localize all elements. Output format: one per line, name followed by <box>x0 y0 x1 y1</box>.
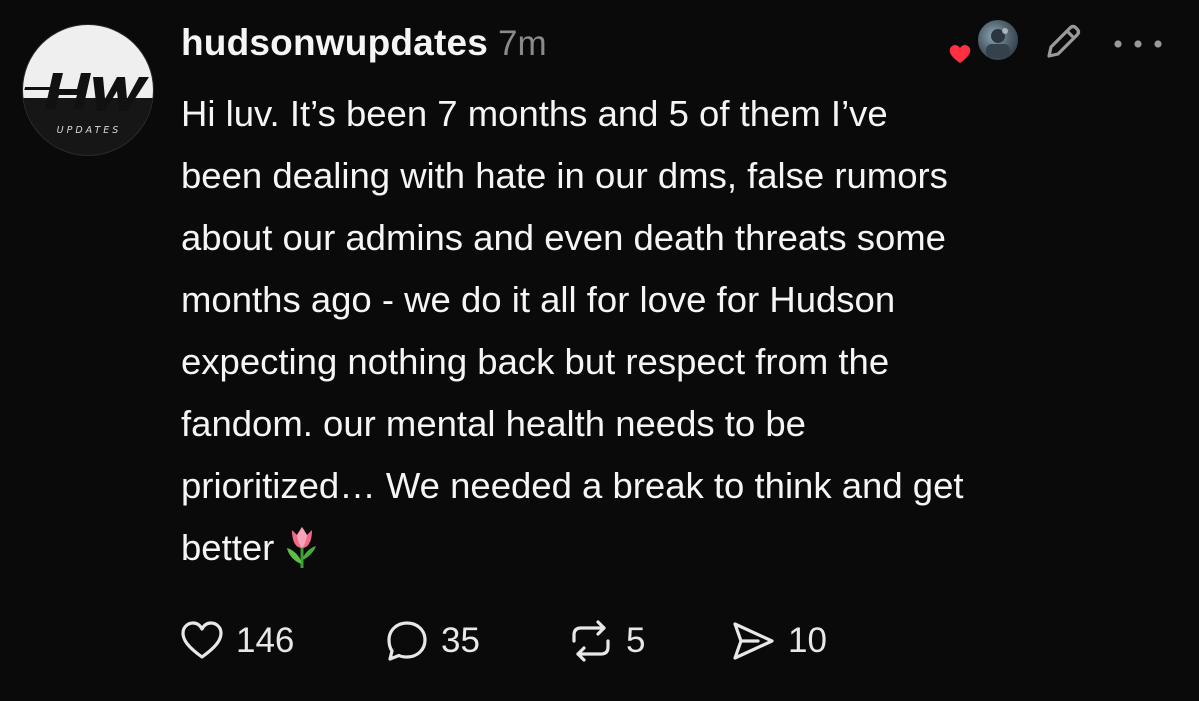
comment-count: 35 <box>441 621 480 660</box>
like-count: 146 <box>236 621 295 660</box>
tulip-emoji-icon <box>287 527 317 568</box>
more-dots-icon[interactable] <box>1112 38 1164 50</box>
avatar[interactable]: UPDATES <box>22 24 154 156</box>
post-body: Hi luv. It’s been 7 months and 5 of them… <box>181 83 1181 579</box>
like-button[interactable]: 146 <box>178 614 294 668</box>
share-count: 10 <box>788 621 827 660</box>
avatar-subtitle: UPDATES <box>56 125 122 136</box>
heart-badge-icon <box>945 38 975 68</box>
comment-button[interactable]: 35 <box>383 614 480 668</box>
post-header: hudsonwupdates 7m <box>181 22 547 68</box>
hw-logo-icon <box>24 73 149 111</box>
username[interactable]: hudsonwupdates <box>181 22 488 64</box>
liker-avatar-image <box>986 28 1010 58</box>
thread-post: UPDATES hudsonwupdates 7m Hi luv. It’s b… <box>0 0 1199 701</box>
repost-icon <box>572 620 610 662</box>
repost-button[interactable]: 5 <box>566 614 645 668</box>
post-time: 7m <box>498 24 547 63</box>
share-send-icon <box>733 622 774 660</box>
liker-avatar[interactable] <box>976 18 1020 62</box>
heart-icon <box>181 621 223 659</box>
comment-bubble-icon <box>387 621 427 661</box>
pencil-icon[interactable] <box>1039 18 1087 66</box>
repost-count: 5 <box>626 621 646 660</box>
share-button[interactable]: 10 <box>728 614 827 668</box>
post-body-text: Hi luv. It’s been 7 months and 5 of them… <box>181 93 964 568</box>
